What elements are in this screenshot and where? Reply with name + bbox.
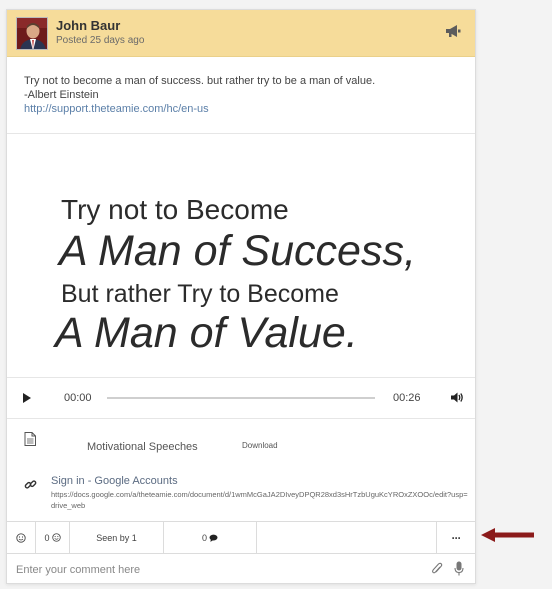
action-bar: 0 Seen by 1 0 ··· [7,521,475,554]
volume-icon[interactable] [450,391,464,404]
paperclip-icon[interactable] [431,562,443,576]
microphone-icon[interactable] [454,561,464,576]
link-preview: Sign in - Google Accounts https://docs.g… [7,470,475,522]
comment-row [7,555,475,584]
link-icon [24,480,37,489]
post-header: John Baur Posted 25 days ago [7,10,475,57]
audio-progress-track[interactable] [107,397,375,399]
reaction-count: 0 [44,532,50,543]
seen-by-button[interactable]: Seen by 1 [70,522,164,553]
quote-image-line: A Man of Success, [59,227,416,275]
attachment-name[interactable]: Motivational Speeches [87,441,198,453]
annotation-arrow-icon [481,528,534,542]
attachment: Motivational Speeches Download [7,429,475,467]
smiley-icon [51,533,61,542]
audio-duration: 00:26 [393,392,421,404]
quote-image-line: But rather Try to Become [61,280,339,308]
play-icon[interactable] [22,392,32,404]
smiley-icon [16,532,26,543]
divider [7,418,475,419]
post-text-quote: Try not to become a man of success. but … [24,75,376,87]
avatar[interactable] [16,17,48,50]
comment-input[interactable] [7,555,417,584]
reaction-count-button[interactable]: 0 [36,522,70,553]
author-name[interactable]: John Baur [56,18,120,33]
more-options-button[interactable]: ··· [437,522,475,553]
comments-count-button[interactable]: 0 [164,522,257,553]
quote-image-line: Try not to Become [61,194,289,225]
post-body: Try not to become a man of success. but … [24,74,464,116]
link-preview-url[interactable]: https://docs.google.com/a/theteamie.com/… [51,489,471,511]
action-spacer [257,522,437,553]
quote-image-line: A Man of Value. [55,309,358,357]
post-card: John Baur Posted 25 days ago Try not to … [6,9,476,584]
comment-icon [209,534,218,542]
audio-player: 00:00 00:26 [7,378,475,418]
audio-current-time: 00:00 [64,392,92,404]
seen-by-label: Seen by 1 [96,532,137,543]
megaphone-icon [446,25,461,37]
link-preview-title[interactable]: Sign in - Google Accounts [51,475,178,487]
post-text-attribution: -Albert Einstein [24,89,99,101]
comments-count: 0 [201,532,207,543]
post-timestamp: Posted 25 days ago [56,35,145,46]
download-link[interactable]: Download [242,441,278,450]
post-link[interactable]: http://support.theteamie.com/hc/en-us [24,102,464,116]
react-button[interactable] [7,522,36,553]
document-icon [24,432,36,446]
quote-image[interactable]: Try not to Become A Man of Success, But … [7,134,475,376]
more-icon: ··· [451,530,462,545]
